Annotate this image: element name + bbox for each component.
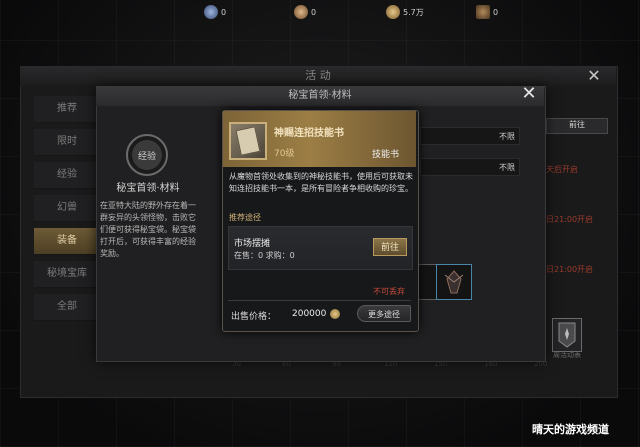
gem-icon	[204, 5, 218, 19]
material-description: 在亚特大陆的野外存在着一群妄异的头领怪物，击败它们便可获得秘宝袋。秘宝袋打开后，…	[100, 201, 196, 258]
close-icon[interactable]: ✕	[520, 85, 538, 103]
coin-icon	[330, 309, 340, 319]
route-stats: 在售：0 求购：0	[234, 251, 295, 260]
boss-emblem-icon: 经验	[126, 134, 168, 176]
crest-icon	[476, 5, 490, 19]
coin-icon	[294, 5, 308, 19]
section-title: 推荐途径	[229, 213, 261, 222]
currency-gold: 5.7万	[386, 4, 424, 20]
tab-all[interactable]: 全部	[34, 294, 100, 321]
tab-experience[interactable]: 经验	[34, 162, 100, 189]
no-discard-label: 不可丢弃	[373, 287, 405, 296]
banner-label: 周活动表	[553, 351, 581, 359]
tab-recommend[interactable]: 推荐	[34, 96, 100, 123]
price-value: 200000	[292, 309, 327, 319]
tab-equipment[interactable]: 装备	[34, 228, 100, 255]
activity-close-icon[interactable]: ✕	[586, 68, 602, 84]
activity-status-3: 日21:00开启	[546, 265, 594, 274]
activity-goto-button[interactable]: 前往	[546, 118, 608, 134]
price-label: 出售价格：	[231, 312, 277, 322]
limit-value: 不限	[420, 127, 520, 145]
limit-value: 不限	[420, 158, 520, 176]
currency-crest: 0	[476, 4, 498, 20]
activity-status-2: 日21:00开启	[546, 215, 594, 224]
watermark: 晴天的游戏频道	[532, 423, 609, 436]
material-name: 秘宝首领·材料	[116, 183, 180, 194]
item-type: 技能书	[372, 150, 400, 160]
tab-beast[interactable]: 幻兽	[34, 195, 100, 222]
currency-coin: 0	[294, 4, 316, 20]
activity-status-1: 天后开启	[546, 165, 578, 174]
item-name: 神赐连招技能书	[274, 128, 344, 139]
skill-book-icon	[229, 122, 267, 160]
gold-icon	[386, 5, 400, 19]
item-slot[interactable]	[436, 264, 472, 300]
tab-limited[interactable]: 限时	[34, 129, 100, 156]
currency-gem: 0	[204, 4, 226, 20]
more-routes-button[interactable]: 更多途径	[357, 305, 411, 322]
item-description: 从魔物首领处收集到的神秘技能书，使用后可获取未知连招技能书一本，是所有冒险者争相…	[229, 172, 413, 193]
tab-secret-vault[interactable]: 秘境宝库	[34, 261, 100, 288]
route-name: 市场摆摊	[234, 239, 271, 249]
divider	[228, 300, 411, 301]
go-button[interactable]: 前往	[373, 238, 407, 256]
item-level: 70级	[274, 149, 295, 159]
banner-icon[interactable]	[552, 318, 582, 352]
material-window-title: 秘宝首领·材料	[96, 86, 544, 106]
